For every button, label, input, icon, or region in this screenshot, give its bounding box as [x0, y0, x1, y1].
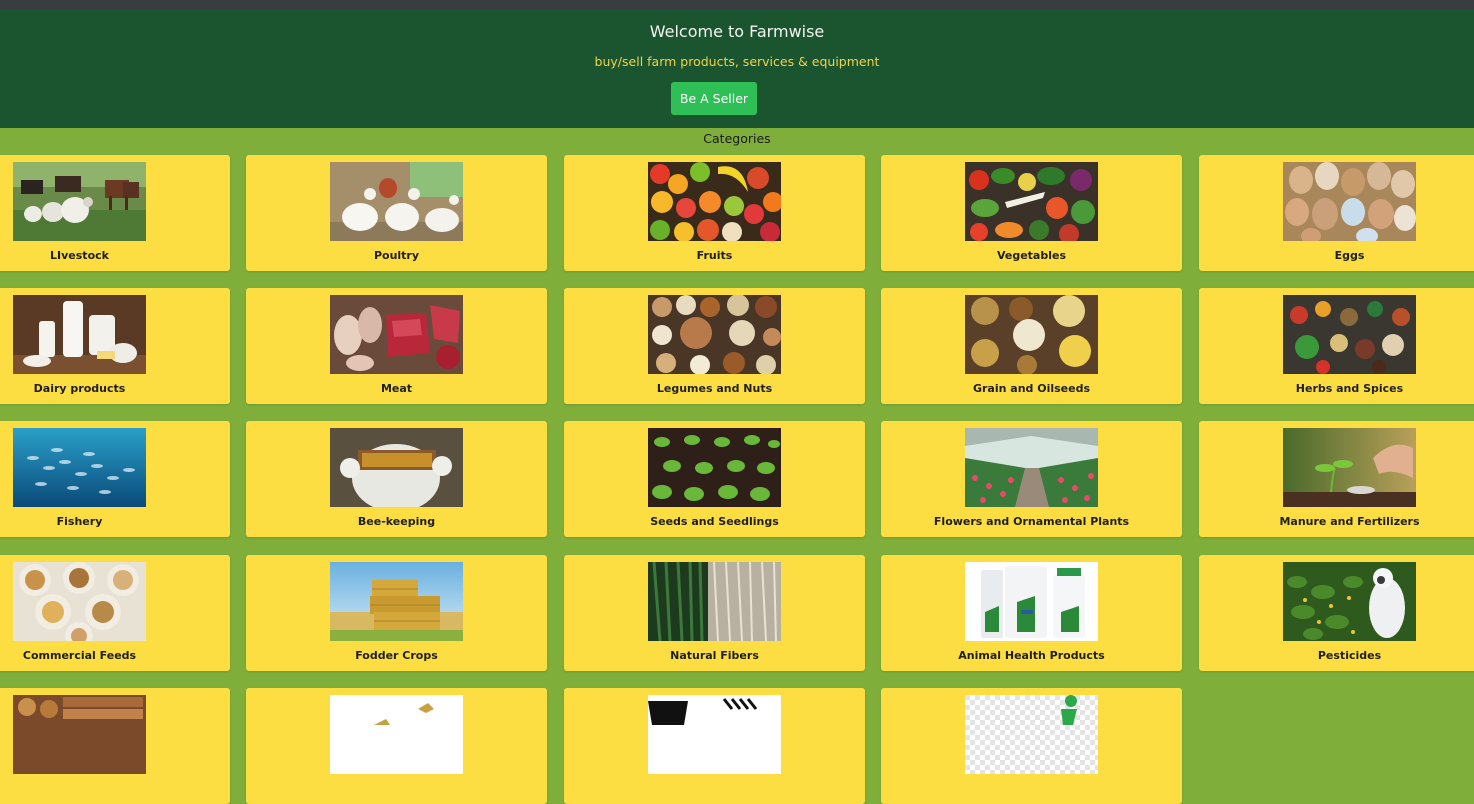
herbs-image [1283, 295, 1416, 374]
category-card-fodder[interactable]: Fodder Crops [246, 555, 547, 671]
category-label: Vegetables [996, 249, 1067, 262]
meat-image [330, 295, 463, 374]
timber-image [13, 695, 146, 774]
category-card-person[interactable] [881, 688, 1182, 804]
category-card-fishery[interactable]: Fishery [0, 421, 230, 537]
flowers-image [965, 428, 1098, 507]
category-card-dairy[interactable]: Dairy products [0, 288, 230, 404]
fertilizer-image [1283, 428, 1416, 507]
category-label: Commercial Feeds [22, 649, 137, 662]
fodder-image [330, 562, 463, 641]
category-label: LIvestock [50, 249, 109, 262]
category-card-eggs[interactable]: Eggs [1199, 155, 1474, 271]
category-card-livestock[interactable]: LIvestock [0, 155, 230, 271]
tools-image [648, 695, 781, 774]
category-card-pesticides[interactable]: Pesticides [1199, 555, 1474, 671]
fruits-image [648, 162, 781, 241]
seedlings-image [648, 428, 781, 507]
person-image [965, 695, 1098, 774]
animal-health-image [965, 562, 1098, 641]
bird-image [330, 695, 463, 774]
category-label: Herbs and Spices [1295, 382, 1404, 395]
tagline: buy/sell farm products, services & equip… [594, 54, 880, 69]
category-label: Animal Health Products [958, 649, 1105, 662]
fishery-image [13, 428, 146, 507]
category-label: Fishery [56, 515, 103, 528]
category-label: Natural Fibers [670, 649, 759, 662]
eggs-image [1283, 162, 1416, 241]
poultry-image [330, 162, 463, 241]
category-card-vegetables[interactable]: Vegetables [881, 155, 1182, 271]
fibers-image [648, 562, 781, 641]
categories-heading: Categories [703, 131, 771, 146]
legumes-image [648, 295, 781, 374]
site-header: Welcome to Farmwise buy/sell farm produc… [0, 10, 1474, 128]
category-label: Pesticides [1317, 649, 1382, 662]
category-card-timber[interactable] [0, 688, 230, 804]
category-label: Poultry [373, 249, 420, 262]
category-label: Flowers and Ornamental Plants [933, 515, 1130, 528]
category-label: Dairy products [33, 382, 126, 395]
category-card-animal-health[interactable]: Animal Health Products [881, 555, 1182, 671]
category-label: Seeds and Seedlings [650, 515, 779, 528]
category-card-fruits[interactable]: Fruits [564, 155, 865, 271]
feeds-image [13, 562, 146, 641]
category-label: Meat [380, 382, 413, 395]
category-card-seedlings[interactable]: Seeds and Seedlings [564, 421, 865, 537]
vegetables-image [965, 162, 1098, 241]
category-card-meat[interactable]: Meat [246, 288, 547, 404]
welcome-title: Welcome to Farmwise [649, 22, 825, 41]
livestock-image [13, 162, 146, 241]
category-label: Manure and Fertilizers [1279, 515, 1420, 528]
category-label: Grain and Oilseeds [972, 382, 1091, 395]
pesticides-image [1283, 562, 1416, 641]
category-card-fertilizer[interactable]: Manure and Fertilizers [1199, 421, 1474, 537]
category-card-legumes[interactable]: Legumes and Nuts [564, 288, 865, 404]
beekeeping-image [330, 428, 463, 507]
category-card-fibers[interactable]: Natural Fibers [564, 555, 865, 671]
category-card-bird[interactable] [246, 688, 547, 804]
category-label: Fruits [696, 249, 733, 262]
category-card-beekeeping[interactable]: Bee-keeping [246, 421, 547, 537]
category-card-feeds[interactable]: Commercial Feeds [0, 555, 230, 671]
category-card-flowers[interactable]: Flowers and Ornamental Plants [881, 421, 1182, 537]
browser-top-strip [0, 0, 1474, 10]
be-a-seller-button[interactable]: Be A Seller [671, 82, 757, 115]
category-card-herbs[interactable]: Herbs and Spices [1199, 288, 1474, 404]
category-card-poultry[interactable]: Poultry [246, 155, 547, 271]
category-card-grain[interactable]: Grain and Oilseeds [881, 288, 1182, 404]
dairy-image [13, 295, 146, 374]
category-label: Legumes and Nuts [656, 382, 773, 395]
category-label: Eggs [1334, 249, 1365, 262]
category-label: Bee-keeping [357, 515, 436, 528]
category-card-tools[interactable] [564, 688, 865, 804]
category-label: Fodder Crops [355, 649, 438, 662]
grain-image [965, 295, 1098, 374]
